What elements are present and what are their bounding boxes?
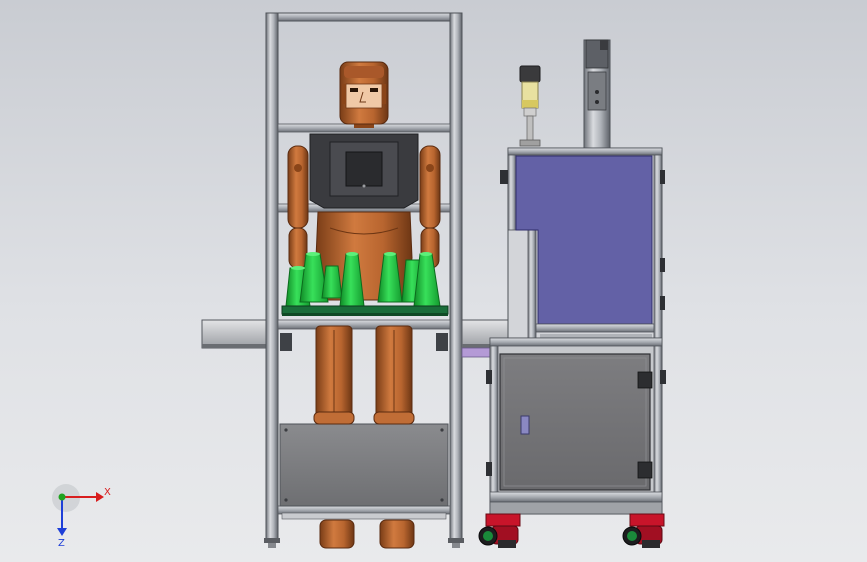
robot-chest-display: [309, 133, 419, 209]
lower-access-panel: [279, 423, 449, 507]
signal-tower-light[interactable]: [519, 65, 541, 147]
assembly-drawing[interactable]: X Z: [0, 0, 867, 562]
axis-triad: X Z: [52, 484, 111, 549]
caster-right: [622, 513, 665, 548]
z-axis-label: Z: [58, 538, 65, 549]
caster-left: [478, 513, 521, 548]
frame-post-right: [449, 12, 463, 541]
y-axis-origin: [58, 493, 66, 501]
cup-tray: [281, 305, 449, 315]
cad-viewport[interactable]: X Z: [0, 0, 867, 562]
cabinet-door-handle[interactable]: [520, 415, 530, 435]
x-axis-label: X: [104, 487, 111, 498]
frame-post-left: [265, 12, 279, 541]
purple-guide: [461, 347, 491, 358]
vertical-actuator[interactable]: [583, 39, 611, 153]
robot-head: [339, 61, 389, 128]
control-cabinet[interactable]: [486, 147, 666, 515]
